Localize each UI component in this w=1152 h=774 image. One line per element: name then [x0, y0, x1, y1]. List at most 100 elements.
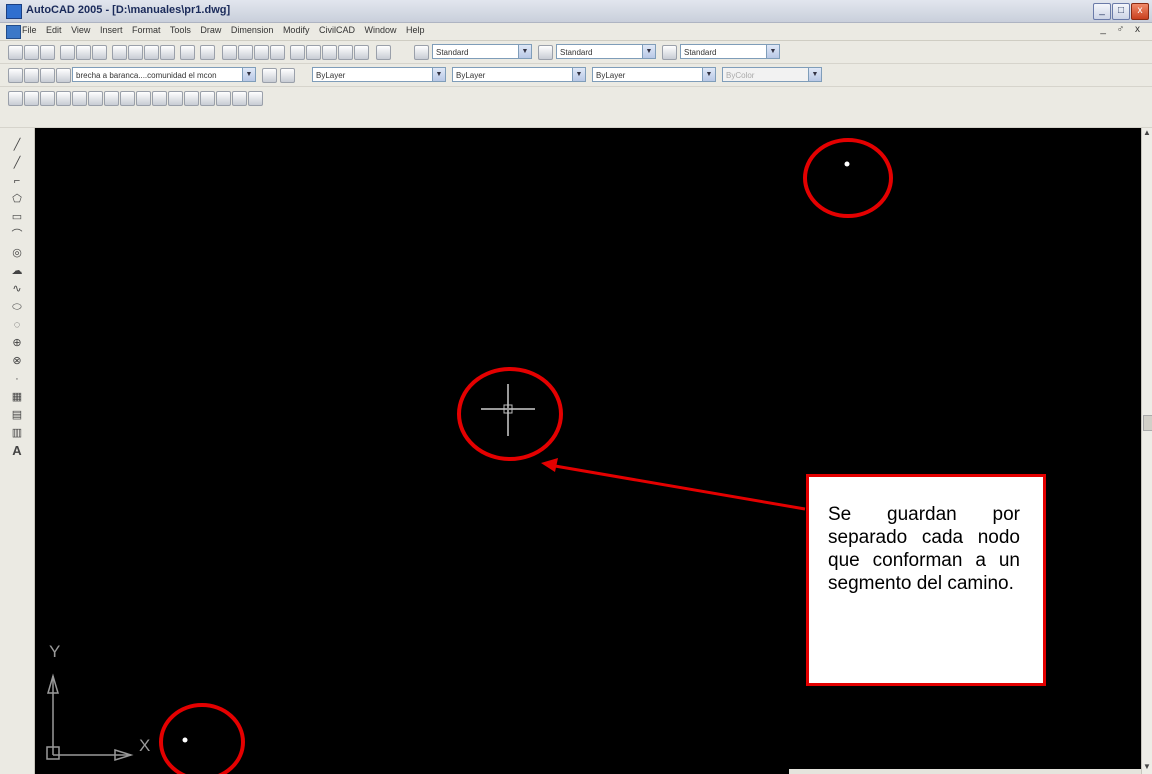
- erase-icon[interactable]: [8, 91, 23, 106]
- new-icon[interactable]: [8, 45, 23, 60]
- pan-realtime-icon[interactable]: [222, 45, 237, 60]
- scroll-down-arrow-icon[interactable]: ▼: [1142, 762, 1152, 772]
- open-icon[interactable]: [24, 45, 39, 60]
- dim-style-icon[interactable]: [538, 45, 553, 60]
- offset-icon[interactable]: [56, 91, 71, 106]
- maximize-button[interactable]: □: [1112, 3, 1130, 20]
- text-style-icon[interactable]: [414, 45, 429, 60]
- circle-icon[interactable]: ◎: [9, 246, 25, 260]
- close-button[interactable]: x: [1131, 3, 1149, 20]
- table-style-icon[interactable]: [662, 45, 677, 60]
- help-icon[interactable]: [376, 45, 391, 60]
- zoom-realtime-icon[interactable]: [238, 45, 253, 60]
- lineweight-combo[interactable]: ByLayer ▼: [592, 67, 716, 82]
- minimize-button[interactable]: _: [1093, 3, 1111, 20]
- publish-icon[interactable]: [92, 45, 107, 60]
- chevron-down-icon[interactable]: ▼: [432, 68, 445, 81]
- extend-icon[interactable]: [168, 91, 183, 106]
- layer-combo[interactable]: brecha a baranca....comunidad el mcon ▼: [72, 67, 256, 82]
- scale-icon[interactable]: [120, 91, 135, 106]
- array-icon[interactable]: [72, 91, 87, 106]
- menu-help[interactable]: Help: [406, 25, 425, 35]
- arc-icon[interactable]: ⌒: [9, 228, 25, 242]
- stretch-icon[interactable]: [136, 91, 151, 106]
- linetype-combo[interactable]: ByLayer ▼: [452, 67, 586, 82]
- text-style-combo[interactable]: Standard ▼: [432, 44, 532, 59]
- menu-draw[interactable]: Draw: [200, 25, 221, 35]
- revision-cloud-icon[interactable]: ☁: [9, 264, 25, 278]
- save-icon[interactable]: [40, 45, 55, 60]
- scroll-up-arrow-icon[interactable]: ▲: [1142, 128, 1152, 138]
- match-properties-icon[interactable]: [160, 45, 175, 60]
- chevron-down-icon[interactable]: ▼: [808, 68, 821, 81]
- region-icon[interactable]: ▤: [9, 408, 25, 422]
- layer-freeze-icon[interactable]: [40, 68, 55, 83]
- menu-edit[interactable]: Edit: [46, 25, 62, 35]
- menu-format[interactable]: Format: [132, 25, 161, 35]
- hatch-icon[interactable]: ▦: [9, 390, 25, 404]
- properties-icon[interactable]: [290, 45, 305, 60]
- zoom-window-icon[interactable]: [254, 45, 269, 60]
- layer-previous-icon[interactable]: [280, 68, 295, 83]
- table-style-combo[interactable]: Standard ▼: [680, 44, 780, 59]
- multiline-text-icon[interactable]: A: [9, 444, 25, 458]
- construction-line-icon[interactable]: ╱: [9, 156, 25, 170]
- polyline-icon[interactable]: ⌐: [9, 174, 25, 188]
- chevron-down-icon[interactable]: ▼: [518, 45, 531, 58]
- scroll-thumb[interactable]: [1143, 415, 1152, 431]
- autocad-app-icon[interactable]: [6, 4, 22, 19]
- polygon-icon[interactable]: ⬠: [9, 192, 25, 206]
- design-center-icon[interactable]: [306, 45, 321, 60]
- chevron-down-icon[interactable]: ▼: [766, 45, 779, 58]
- menu-view[interactable]: View: [71, 25, 90, 35]
- rotate-icon[interactable]: [104, 91, 119, 106]
- cut-icon[interactable]: [112, 45, 127, 60]
- sheet-set-icon[interactable]: [338, 45, 353, 60]
- undo-icon[interactable]: [180, 45, 195, 60]
- join-icon[interactable]: [200, 91, 215, 106]
- document-icon[interactable]: [6, 25, 21, 39]
- menu-civilcad[interactable]: CivilCAD: [319, 25, 355, 35]
- layer-lock-icon[interactable]: [56, 68, 71, 83]
- insert-block-icon[interactable]: ⊕: [9, 336, 25, 350]
- ellipse-icon[interactable]: ⬭: [9, 300, 25, 314]
- chevron-down-icon[interactable]: ▼: [572, 68, 585, 81]
- table-icon[interactable]: ▥: [9, 426, 25, 440]
- copy-object-icon[interactable]: [24, 91, 39, 106]
- line-icon[interactable]: ╱: [9, 138, 25, 152]
- menu-modify[interactable]: Modify: [283, 25, 310, 35]
- dim-style-combo[interactable]: Standard ▼: [556, 44, 656, 59]
- layer-manager-icon[interactable]: [8, 68, 23, 83]
- make-object-layer-current-icon[interactable]: [262, 68, 277, 83]
- plot-preview-icon[interactable]: [76, 45, 91, 60]
- chevron-down-icon[interactable]: ▼: [242, 68, 255, 81]
- break-icon[interactable]: [184, 91, 199, 106]
- copy-icon[interactable]: [128, 45, 143, 60]
- plotstyle-combo[interactable]: ByColor ▼: [722, 67, 822, 82]
- color-combo[interactable]: ByLayer ▼: [312, 67, 446, 82]
- ellipse-arc-icon[interactable]: ◌: [9, 318, 25, 332]
- menu-window[interactable]: Window: [364, 25, 396, 35]
- paste-icon[interactable]: [144, 45, 159, 60]
- redo-icon[interactable]: [200, 45, 215, 60]
- point-icon[interactable]: ·: [9, 372, 25, 386]
- chamfer-icon[interactable]: [216, 91, 231, 106]
- tool-palettes-icon[interactable]: [322, 45, 337, 60]
- spline-icon[interactable]: ∿: [9, 282, 25, 296]
- markup-icon[interactable]: [354, 45, 369, 60]
- trim-icon[interactable]: [152, 91, 167, 106]
- plot-icon[interactable]: [60, 45, 75, 60]
- move-icon[interactable]: [88, 91, 103, 106]
- explode-icon[interactable]: [248, 91, 263, 106]
- mirror-icon[interactable]: [40, 91, 55, 106]
- rectangle-icon[interactable]: ▭: [9, 210, 25, 224]
- make-block-icon[interactable]: ⊗: [9, 354, 25, 368]
- mdi-window-controls[interactable]: _ ♂ x: [1100, 24, 1144, 35]
- chevron-down-icon[interactable]: ▼: [702, 68, 715, 81]
- zoom-previous-icon[interactable]: [270, 45, 285, 60]
- menu-insert[interactable]: Insert: [100, 25, 123, 35]
- menu-file[interactable]: File: [22, 25, 37, 35]
- layer-on-icon[interactable]: [24, 68, 39, 83]
- menu-dimension[interactable]: Dimension: [231, 25, 274, 35]
- fillet-icon[interactable]: [232, 91, 247, 106]
